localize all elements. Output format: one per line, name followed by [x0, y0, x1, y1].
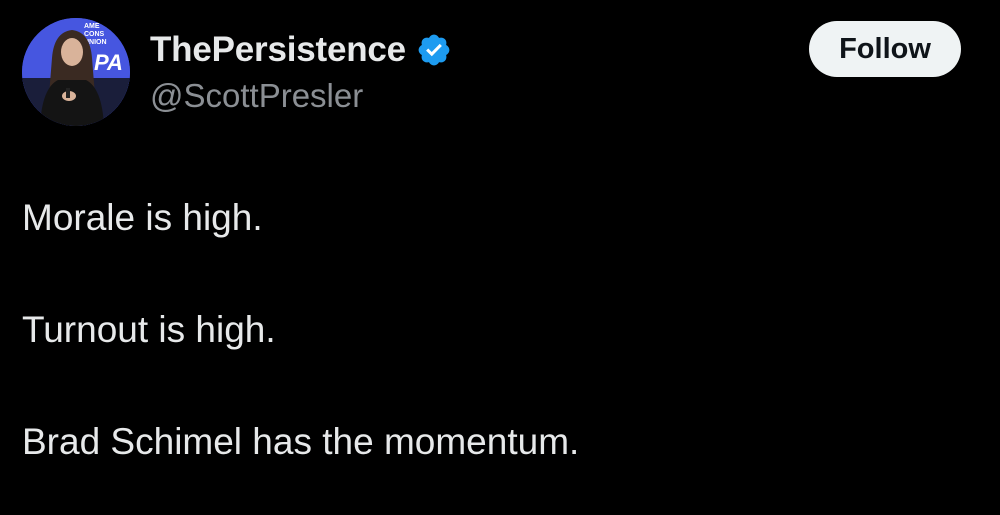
tweet-line: Turnout is high. — [22, 309, 276, 350]
tweet-line: Morale is high. — [22, 197, 263, 238]
verified-badge-icon[interactable] — [416, 32, 452, 68]
tweet-line: Brad Schimel has the momentum. — [22, 421, 580, 462]
avatar[interactable]: AME CONS UNION PA — [22, 18, 130, 126]
svg-text:PA: PA — [94, 50, 123, 75]
author-name-row: ThePersistence — [150, 28, 452, 72]
svg-text:CONS: CONS — [84, 31, 105, 38]
tweet-card: AME CONS UNION PA ThePersistence @ScottP… — [0, 0, 1000, 515]
author-handle[interactable]: @ScottPresler — [150, 75, 363, 117]
avatar-photo: AME CONS UNION PA — [22, 18, 130, 126]
follow-button[interactable]: Follow — [809, 21, 961, 77]
author-display-name[interactable]: ThePersistence — [150, 28, 406, 72]
svg-text:AME: AME — [84, 23, 100, 30]
